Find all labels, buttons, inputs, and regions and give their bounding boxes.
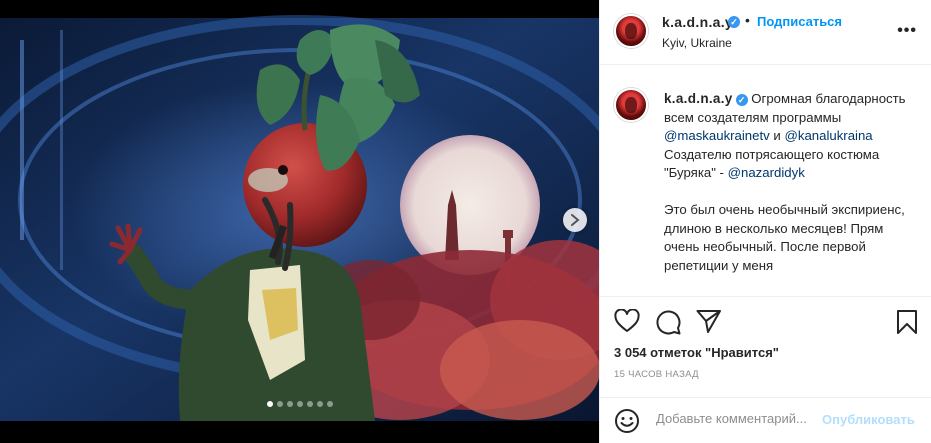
chevron-right-icon: [571, 214, 580, 226]
comment-input[interactable]: [656, 411, 821, 426]
carousel-dot: [286, 401, 293, 407]
carousel-dot: [266, 401, 273, 407]
follow-button[interactable]: Подписаться: [757, 14, 842, 29]
carousel-indicator: [0, 401, 599, 407]
post-actions: 3 054 отметок "Нравится" 15 часов назад: [600, 296, 931, 401]
caption-username-link[interactable]: k.a.d.n.a.y: [664, 91, 733, 106]
more-options-icon[interactable]: •••: [897, 22, 917, 40]
caption-avatar[interactable]: [614, 88, 648, 122]
likes-count[interactable]: 3 054 отметок "Нравится": [614, 345, 779, 360]
bookmark-icon[interactable]: [896, 309, 918, 340]
carousel-dot: [306, 401, 313, 407]
post-header: k.a.d.n.a.y ✓ • Подписаться Kyiv, Ukrain…: [600, 0, 931, 65]
next-image-button[interactable]: [563, 208, 587, 232]
carousel-dot: [326, 401, 333, 407]
caption-area: k.a.d.n.a.y ✓ Огромная благодарность всем…: [600, 66, 931, 296]
post-timestamp[interactable]: 15 часов назад: [614, 369, 699, 380]
comment-bar: Опубликовать: [600, 397, 931, 443]
post-media[interactable]: [0, 0, 599, 443]
username-link[interactable]: k.a.d.n.a.y: [662, 14, 733, 30]
mention-link[interactable]: @kanalukraina: [784, 128, 872, 143]
emoji-icon[interactable]: [614, 408, 640, 439]
post-photo: [0, 0, 599, 443]
carousel-dot: [276, 401, 283, 407]
mention-link[interactable]: @maskaukrainetv: [664, 128, 770, 143]
caption-conjunction: и: [773, 128, 781, 143]
avatar[interactable]: [614, 14, 648, 48]
verified-badge-icon: ✓: [735, 94, 748, 106]
post-side-panel: k.a.d.n.a.y ✓ • Подписаться Kyiv, Ukrain…: [599, 0, 931, 443]
mention-link[interactable]: @nazardidyk: [728, 165, 805, 180]
separator-dot: •: [745, 12, 750, 28]
caption-paragraph-2: Это был очень необычный экспириенс, длин…: [664, 202, 905, 273]
carousel-dot: [316, 401, 323, 407]
comment-icon[interactable]: [655, 309, 681, 340]
heart-icon[interactable]: [614, 308, 640, 338]
location-link[interactable]: Kyiv, Ukraine: [662, 36, 732, 50]
publish-button[interactable]: Опубликовать: [822, 412, 915, 427]
paper-plane-icon[interactable]: [696, 309, 722, 338]
carousel-dot: [296, 401, 303, 407]
caption-text: k.a.d.n.a.y ✓ Огромная благодарность всем…: [664, 90, 920, 275]
verified-badge-icon: ✓: [728, 16, 740, 28]
